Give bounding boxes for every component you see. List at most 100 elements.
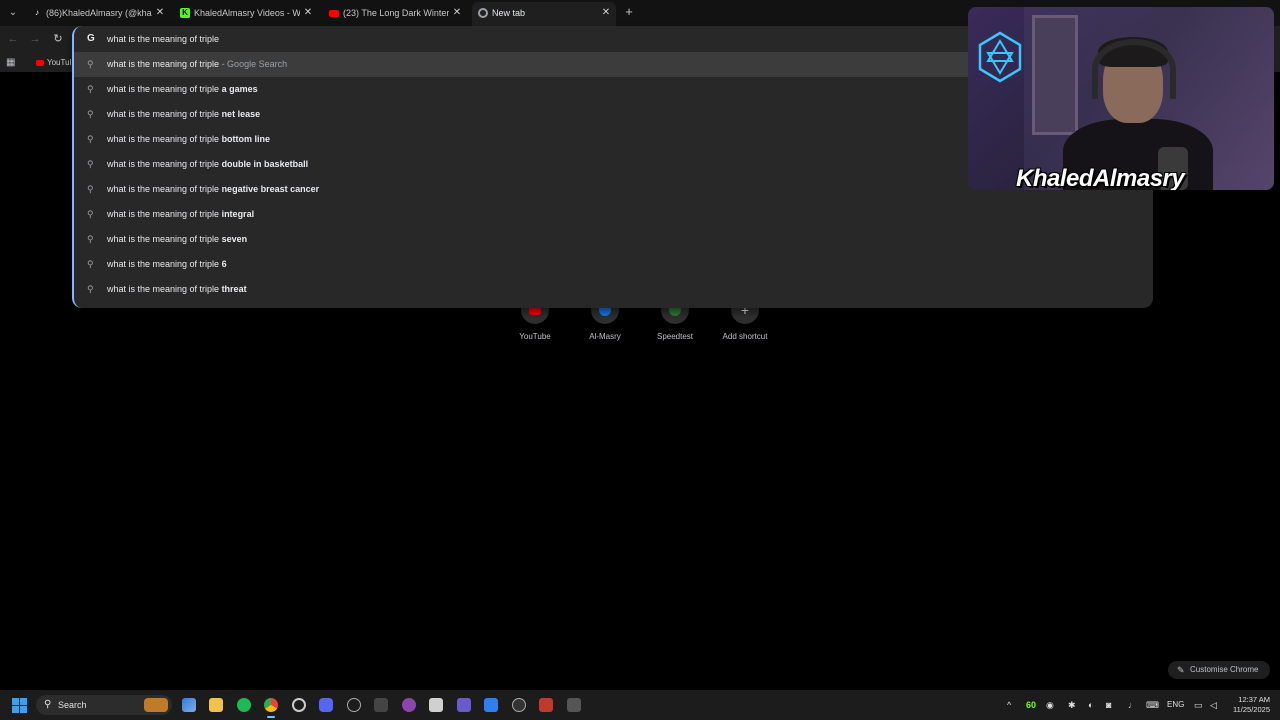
game-controller-icon[interactable]: [457, 698, 471, 712]
forward-icon[interactable]: →: [28, 32, 42, 46]
new-tab-button[interactable]: +: [622, 3, 636, 21]
search-icon: ⚲: [87, 234, 94, 244]
youtube-icon: [36, 59, 44, 66]
suggestion-completion: double in basketball: [221, 159, 309, 169]
taskbar: ⚲ Search ^ 60 ◉ ✱ ◐ ◙ ♩ ⌨ ENG ▭ ◁ 12:37 …: [0, 690, 1280, 720]
suggestion-completion: net lease: [221, 109, 261, 119]
tab-new-tab[interactable]: New tab ✕: [472, 2, 616, 26]
search-icon: ⚲: [87, 59, 94, 69]
search-icon: ⚲: [87, 159, 94, 169]
taskbar-search[interactable]: ⚲ Search: [36, 695, 172, 715]
address-bar-input[interactable]: what is the meaning of triple: [107, 34, 219, 44]
suggestion-text: what is the meaning of triple: [107, 259, 222, 269]
suggestion-text: what is the meaning of triple: [107, 284, 222, 294]
steam-icon[interactable]: ◉: [1046, 698, 1054, 712]
suggestion-completion: 6: [221, 259, 227, 269]
close-icon[interactable]: ✕: [302, 2, 314, 24]
spotify-icon[interactable]: [237, 698, 251, 712]
search-icon: ⚲: [87, 84, 94, 94]
language-indicator[interactable]: ENG: [1167, 698, 1184, 712]
tiktok-icon: ♪: [35, 8, 39, 17]
search-highlight-icon: [144, 698, 168, 712]
tab-kick[interactable]: K KhaledAlmasry Videos - Watch ✕: [174, 2, 318, 24]
suggestion-text: what is the meaning of triple: [107, 84, 222, 94]
tray-icon[interactable]: ✱: [1068, 698, 1076, 712]
reload-icon[interactable]: ↻: [51, 32, 65, 46]
suggestion-completion: integral: [221, 209, 255, 219]
bookmark-youtube[interactable]: YouTul: [36, 56, 71, 70]
tab-search-icon[interactable]: ⌄: [4, 4, 22, 22]
streamer-name: KhaledAlmasry: [1016, 165, 1185, 191]
suggestion-completion: negative breast cancer: [221, 184, 320, 194]
suggestion-text: what is the meaning of triple: [107, 184, 222, 194]
pencil-icon: ✎: [1177, 665, 1185, 675]
discord-icon[interactable]: [319, 698, 333, 712]
shortcut-label: Add shortcut: [722, 332, 768, 341]
microphone-icon[interactable]: ♩: [1128, 698, 1137, 712]
suggestion-item[interactable]: ⚲ what is the meaning of triple 6: [74, 252, 1153, 277]
customise-chrome-button[interactable]: ✎ Customise Chrome: [1168, 661, 1270, 679]
back-icon[interactable]: ←: [6, 32, 20, 46]
suggestion-completion: seven: [221, 234, 248, 244]
shortcut-label: YouTube: [519, 332, 551, 341]
search-icon: ⚲: [87, 184, 94, 194]
search-label: Search: [58, 700, 87, 710]
tab-title: New tab: [492, 8, 526, 18]
tab-tiktok[interactable]: ♪ (86)KhaledAlmasry (@khaledal ✕: [26, 2, 170, 24]
close-icon[interactable]: ✕: [600, 2, 612, 24]
search-icon: ⚲: [87, 259, 94, 269]
settings-gear-icon[interactable]: [292, 698, 306, 712]
app-icon[interactable]: [567, 698, 581, 712]
search-icon: ⚲: [87, 109, 94, 119]
fps-counter: 60: [1026, 700, 1037, 710]
suggestion-text: what is the meaning of triple: [107, 209, 222, 219]
app-icon[interactable]: [402, 698, 416, 712]
suggestion-text: what is the meaning of triple: [107, 234, 222, 244]
tab-youtube[interactable]: (23) The Long Dark Wintermute ✕: [323, 2, 467, 24]
app-icon[interactable]: [484, 698, 498, 712]
file-explorer-icon[interactable]: [209, 698, 223, 712]
suggestion-completion: threat: [221, 284, 247, 294]
app-icon[interactable]: [512, 698, 526, 712]
close-icon[interactable]: ✕: [154, 2, 166, 24]
customise-label: Customise Chrome: [1190, 665, 1259, 674]
suggestion-text: what is the meaning of triple: [107, 59, 220, 69]
clock[interactable]: 12:37 AM 11/25/2025: [1224, 695, 1270, 715]
close-icon[interactable]: ✕: [451, 2, 463, 24]
headphones-icon: [1092, 39, 1176, 99]
google-icon: G: [87, 33, 95, 44]
volume-icon[interactable]: ◁: [1210, 698, 1217, 712]
suggestion-item[interactable]: ⚲ what is the meaning of triple seven: [74, 227, 1153, 252]
tab-title: (86)KhaledAlmasry (@khaledal: [46, 8, 152, 18]
valorant-icon[interactable]: [539, 698, 553, 712]
search-icon: ⚲: [44, 699, 52, 710]
chrome-icon[interactable]: [264, 698, 278, 712]
search-icon: ⚲: [87, 284, 94, 294]
suggestion-item[interactable]: ⚲ what is the meaning of triple integral: [74, 202, 1153, 227]
tab-title: (23) The Long Dark Wintermute: [343, 8, 449, 18]
kick-icon: K: [180, 8, 190, 18]
chrome-icon: [478, 8, 488, 18]
apps-grid-icon[interactable]: ▦: [6, 58, 16, 68]
copilot-icon[interactable]: [182, 698, 196, 712]
bookmark-label: YouTul: [47, 58, 72, 67]
suggestion-text: what is the meaning of triple: [107, 109, 222, 119]
chevron-up-icon[interactable]: ^: [1007, 698, 1011, 712]
suggestion-completion: bottom line: [221, 134, 271, 144]
windows-start-icon[interactable]: [12, 698, 27, 713]
suggestion-item[interactable]: ⚲ what is the meaning of triple threat: [74, 277, 1153, 302]
youtube-icon: [329, 10, 339, 17]
tray-icon[interactable]: ◐: [1088, 698, 1093, 712]
network-icon[interactable]: ▭: [1194, 698, 1203, 712]
store-icon[interactable]: [429, 698, 443, 712]
app-icon[interactable]: [374, 698, 388, 712]
clock-date: 11/25/2025: [1233, 705, 1270, 714]
suggestion-source: - Google Search: [219, 59, 288, 69]
search-icon: ⚲: [87, 209, 94, 219]
clock-time: 12:37 AM: [1238, 695, 1270, 704]
app-icon[interactable]: [347, 698, 361, 712]
suggestion-completion: a games: [221, 84, 258, 94]
discord-tray-icon[interactable]: ◙: [1106, 698, 1111, 712]
search-icon: ⚲: [87, 134, 94, 144]
keyboard-icon[interactable]: ⌨: [1146, 698, 1159, 712]
